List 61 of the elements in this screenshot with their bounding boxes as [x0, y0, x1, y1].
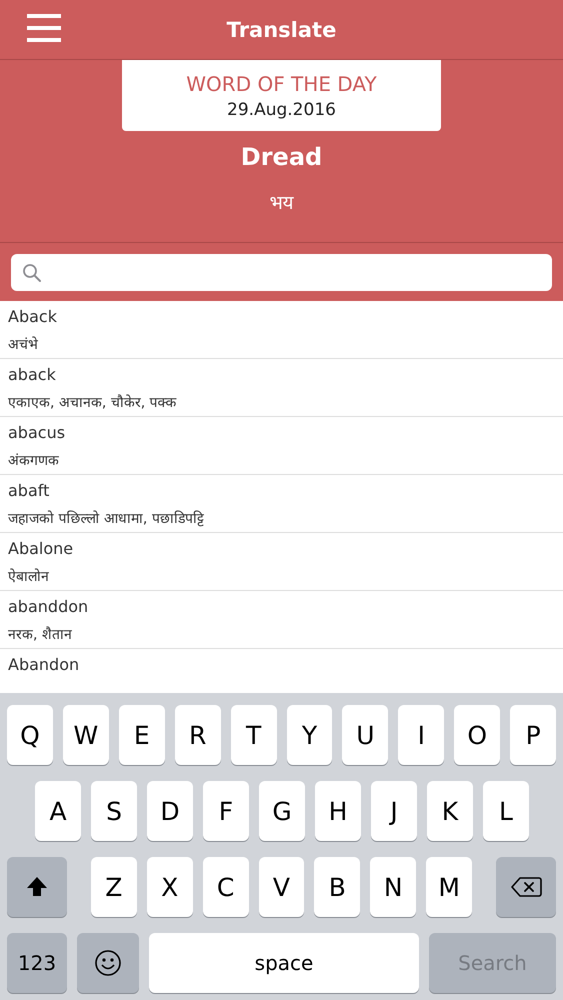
- letter-key[interactable]: E: [118, 705, 165, 765]
- letter-key[interactable]: Z: [90, 857, 137, 917]
- letter-key[interactable]: B: [314, 857, 360, 917]
- letter-key[interactable]: G: [259, 781, 305, 841]
- entry-translation: जहाजको पछिल्लो आधामा, पछाडिपट्टि: [8, 510, 205, 527]
- entry-word: Aback: [8, 307, 58, 326]
- search-field[interactable]: [11, 254, 552, 291]
- shift-key[interactable]: [7, 857, 67, 917]
- entry-word: Abalone: [8, 539, 74, 558]
- entry-word: abaft: [8, 481, 50, 500]
- letter-key[interactable]: Q: [7, 705, 53, 765]
- letter-key[interactable]: I: [398, 705, 444, 765]
- menu-icon[interactable]: [27, 14, 61, 42]
- letter-key[interactable]: J: [371, 781, 417, 841]
- letter-key[interactable]: X: [146, 857, 193, 917]
- letter-key[interactable]: C: [202, 857, 249, 917]
- backspace-key[interactable]: [496, 857, 556, 917]
- letter-key[interactable]: M: [426, 857, 472, 917]
- letter-key[interactable]: Y: [286, 705, 332, 765]
- letter-key[interactable]: H: [315, 781, 361, 841]
- letter-key[interactable]: T: [230, 705, 277, 765]
- entry-word: abacus: [8, 423, 66, 442]
- dictionary-entry[interactable]: abanddon नरक, शैतान: [0, 591, 563, 649]
- dictionary-entry[interactable]: Abalone ऐबालोन: [0, 533, 563, 591]
- letter-key[interactable]: O: [454, 705, 500, 765]
- entry-word: Abandon: [8, 655, 80, 674]
- entry-translation: ऐबालोन: [8, 568, 50, 585]
- search-icon: [22, 262, 42, 282]
- letter-key[interactable]: V: [258, 857, 304, 917]
- featured-word: Dread: [240, 143, 322, 171]
- letter-key[interactable]: U: [342, 705, 388, 765]
- letter-key[interactable]: P: [510, 705, 556, 765]
- entry-word: abanddon: [8, 597, 90, 616]
- letter-key[interactable]: D: [147, 781, 193, 841]
- letter-key[interactable]: S: [91, 781, 137, 841]
- card-heading: WORD OF THE DAY: [186, 72, 377, 96]
- card-date: 29.Aug.2016: [227, 100, 336, 120]
- entry-translation: नरक, शैतान: [8, 626, 73, 643]
- letter-key[interactable]: K: [427, 781, 473, 841]
- emoji-key[interactable]: [77, 933, 139, 993]
- letter-key[interactable]: F: [203, 781, 249, 841]
- smiley-icon: [94, 949, 122, 977]
- dictionary-entry[interactable]: abaft जहाजको पछिल्लो आधामा, पछाडिपट्टि: [0, 475, 563, 533]
- dictionary-entry[interactable]: abacus अंकगणक: [0, 417, 563, 475]
- letter-key[interactable]: L: [483, 781, 529, 841]
- featured-translation: भय: [270, 191, 294, 215]
- letter-key[interactable]: A: [35, 781, 81, 841]
- numbers-key[interactable]: 123: [7, 933, 67, 993]
- dictionary-entry[interactable]: Aback अचंभे: [0, 301, 563, 359]
- letter-key[interactable]: W: [62, 705, 109, 765]
- letter-key[interactable]: N: [370, 857, 416, 917]
- space-key[interactable]: space: [149, 933, 419, 993]
- header-title: Translate: [226, 18, 336, 42]
- entry-translation: एकाएक, अचानक, चौकेर, पक्क: [8, 394, 178, 411]
- dictionary-entry[interactable]: aback एकाएक, अचानक, चौकेर, पक्क: [0, 359, 563, 417]
- letter-key[interactable]: R: [174, 705, 221, 765]
- shift-icon: [24, 875, 49, 899]
- entry-translation: अचंभे: [8, 336, 39, 353]
- entry-word: aback: [8, 365, 57, 384]
- backspace-icon: [510, 876, 542, 898]
- entry-translation: अंकगणक: [8, 452, 60, 469]
